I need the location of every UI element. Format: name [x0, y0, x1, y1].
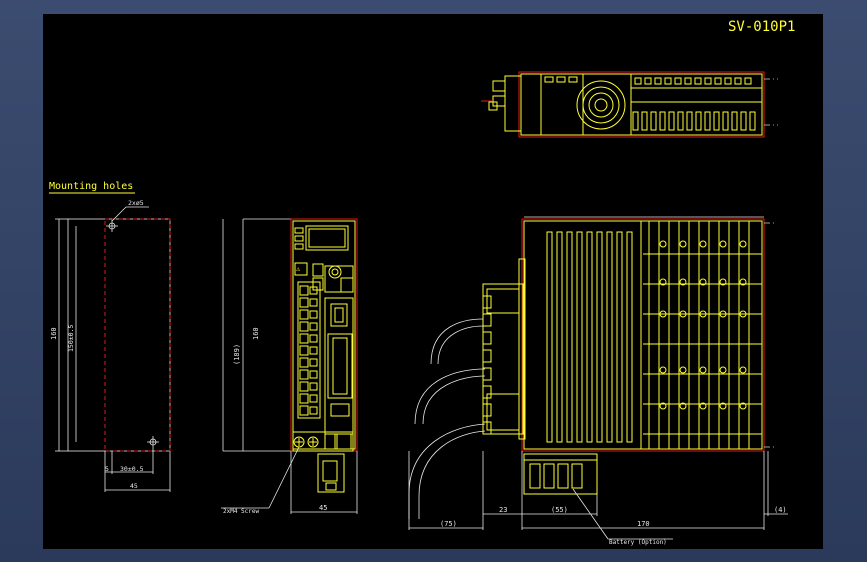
drawing-title: SV-010P1 — [728, 19, 795, 35]
top-view — [481, 71, 778, 138]
fan-icon — [576, 80, 626, 130]
mounting-outline — [104, 218, 171, 452]
side-view: Battery (Option) (75) 23 (55) 170 (4) — [408, 216, 788, 546]
hole-callout: 2xø5 — [128, 199, 144, 207]
dim-150: 150±0.5 — [67, 325, 75, 352]
dim-45-left: 45 — [130, 482, 138, 490]
dim-5: 5 — [105, 465, 109, 473]
dim-170: 170 — [637, 520, 650, 528]
dim-75: (75) — [440, 520, 457, 528]
dim-45-front: 45 — [319, 504, 327, 512]
svg-text:⚠: ⚠ — [296, 265, 301, 273]
display-panel — [305, 225, 349, 251]
battery-callout: Battery (Option) — [609, 539, 667, 546]
cad-drawing-canvas: SV-010P1 Mounting holes 2xø5 160 150±0.5… — [43, 14, 823, 549]
mounting-holes-view: Mounting holes 2xø5 160 150±0.5 5 30±0.5… — [49, 181, 171, 492]
dim-23: 23 — [499, 506, 507, 514]
mounting-holes-label: Mounting holes — [49, 181, 133, 192]
screw-callout: 2xM4 Screw — [223, 508, 260, 515]
dim-4: (4) — [774, 506, 787, 514]
dim-160-left: 160 — [50, 327, 58, 340]
dim-189: (189) — [233, 344, 241, 365]
front-view: (189) 160 ⚠ 2xM4 Screw 45 — [221, 218, 358, 515]
dim-160-front: 160 — [252, 327, 260, 340]
cad-drawing: SV-010P1 Mounting holes 2xø5 160 150±0.5… — [49, 19, 795, 546]
dim-30: 30±0.5 — [120, 465, 144, 473]
dim-55: (55) — [551, 506, 568, 514]
